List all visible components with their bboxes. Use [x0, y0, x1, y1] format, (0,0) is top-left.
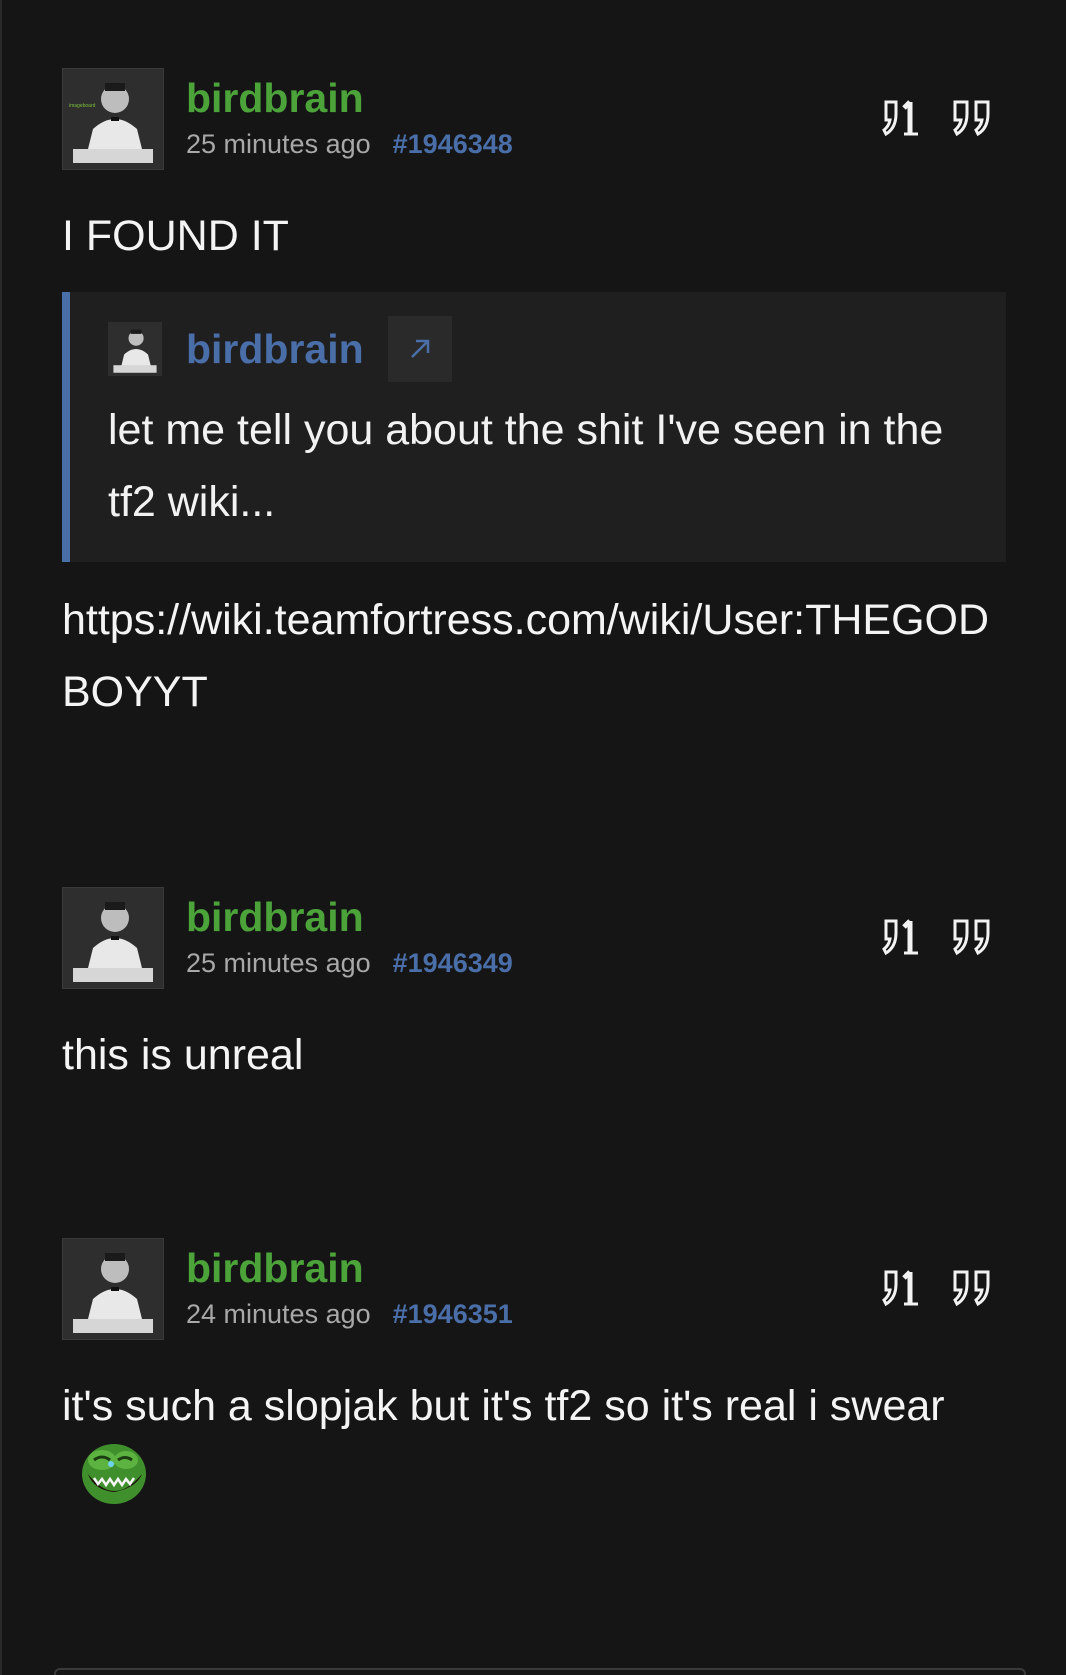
quote-icon[interactable]: [952, 913, 996, 959]
post-number-link[interactable]: #1946348: [393, 129, 513, 159]
quote-text: let me tell you about the shit I've seen…: [108, 406, 944, 526]
quote-avatar: [108, 322, 162, 376]
quote-author-name[interactable]: birdbrain: [186, 326, 364, 373]
post-body: it's such a slopjak but it's tf2 so it's…: [62, 1370, 1006, 1514]
post: birdbrain 24 minutes ago #1946351 it's s…: [62, 1238, 1006, 1514]
laughing-frog-emoji-icon: [76, 1438, 148, 1510]
post-number-link[interactable]: #1946351: [393, 1299, 513, 1329]
post-meta: 25 minutes ago #1946348: [186, 128, 513, 160]
arrow-up-right-icon: [410, 339, 429, 358]
post-body-link[interactable]: https://wiki.teamfortress.com/wiki/User:…: [62, 584, 1006, 728]
avatar[interactable]: [62, 1238, 164, 1340]
reply-number-icon[interactable]: [882, 1264, 926, 1310]
avatar-image: imageboard: [63, 69, 163, 169]
post-body-text: it's such a slopjak but it's tf2 so it's…: [62, 1382, 945, 1430]
reply-number-icon[interactable]: [882, 94, 926, 140]
author-name[interactable]: birdbrain: [186, 893, 364, 941]
post-time: 24 minutes ago: [186, 1299, 371, 1329]
avatar[interactable]: [62, 887, 164, 989]
post-body: I FOUND IT: [62, 212, 289, 260]
avatar-image: [63, 1239, 163, 1339]
svg-text:imageboard: imageboard: [69, 103, 96, 109]
post-header: birdbrain 24 minutes ago #1946351: [62, 1238, 1006, 1340]
post-time: 25 minutes ago: [186, 948, 371, 978]
quote-icon[interactable]: [952, 94, 996, 140]
post-actions: [882, 94, 996, 140]
thread-page: imageboard birdbrain 25 minutes ago #1946…: [0, 0, 1066, 1675]
post-header: birdbrain 25 minutes ago #1946349: [62, 887, 1006, 989]
author-name[interactable]: birdbrain: [186, 1244, 364, 1292]
quote-icon[interactable]: [952, 1264, 996, 1310]
post-header: imageboard birdbrain 25 minutes ago #1946…: [62, 68, 1006, 170]
post-actions: [882, 913, 996, 959]
post-number-link[interactable]: #1946349: [393, 948, 513, 978]
post: birdbrain 25 minutes ago #1946349 this i…: [62, 887, 1006, 1091]
author-name[interactable]: birdbrain: [186, 74, 364, 122]
jump-to-post-button[interactable]: [387, 316, 452, 382]
post-time: 25 minutes ago: [186, 129, 371, 159]
post-meta: 24 minutes ago #1946351: [186, 1298, 513, 1330]
quote-header: birdbrain: [108, 316, 966, 382]
post-meta: 25 minutes ago #1946349: [186, 947, 513, 979]
quoted-post: birdbrain let me tell you about the shit…: [62, 292, 1006, 562]
post: imageboard birdbrain 25 minutes ago #1946…: [62, 68, 1006, 728]
avatar[interactable]: imageboard: [62, 68, 164, 170]
avatar-image: [63, 888, 163, 988]
reply-box-edge: [54, 1668, 1026, 1675]
reply-number-icon[interactable]: [882, 913, 926, 959]
post-body: this is unreal: [62, 1031, 304, 1079]
post-actions: [882, 1264, 996, 1310]
